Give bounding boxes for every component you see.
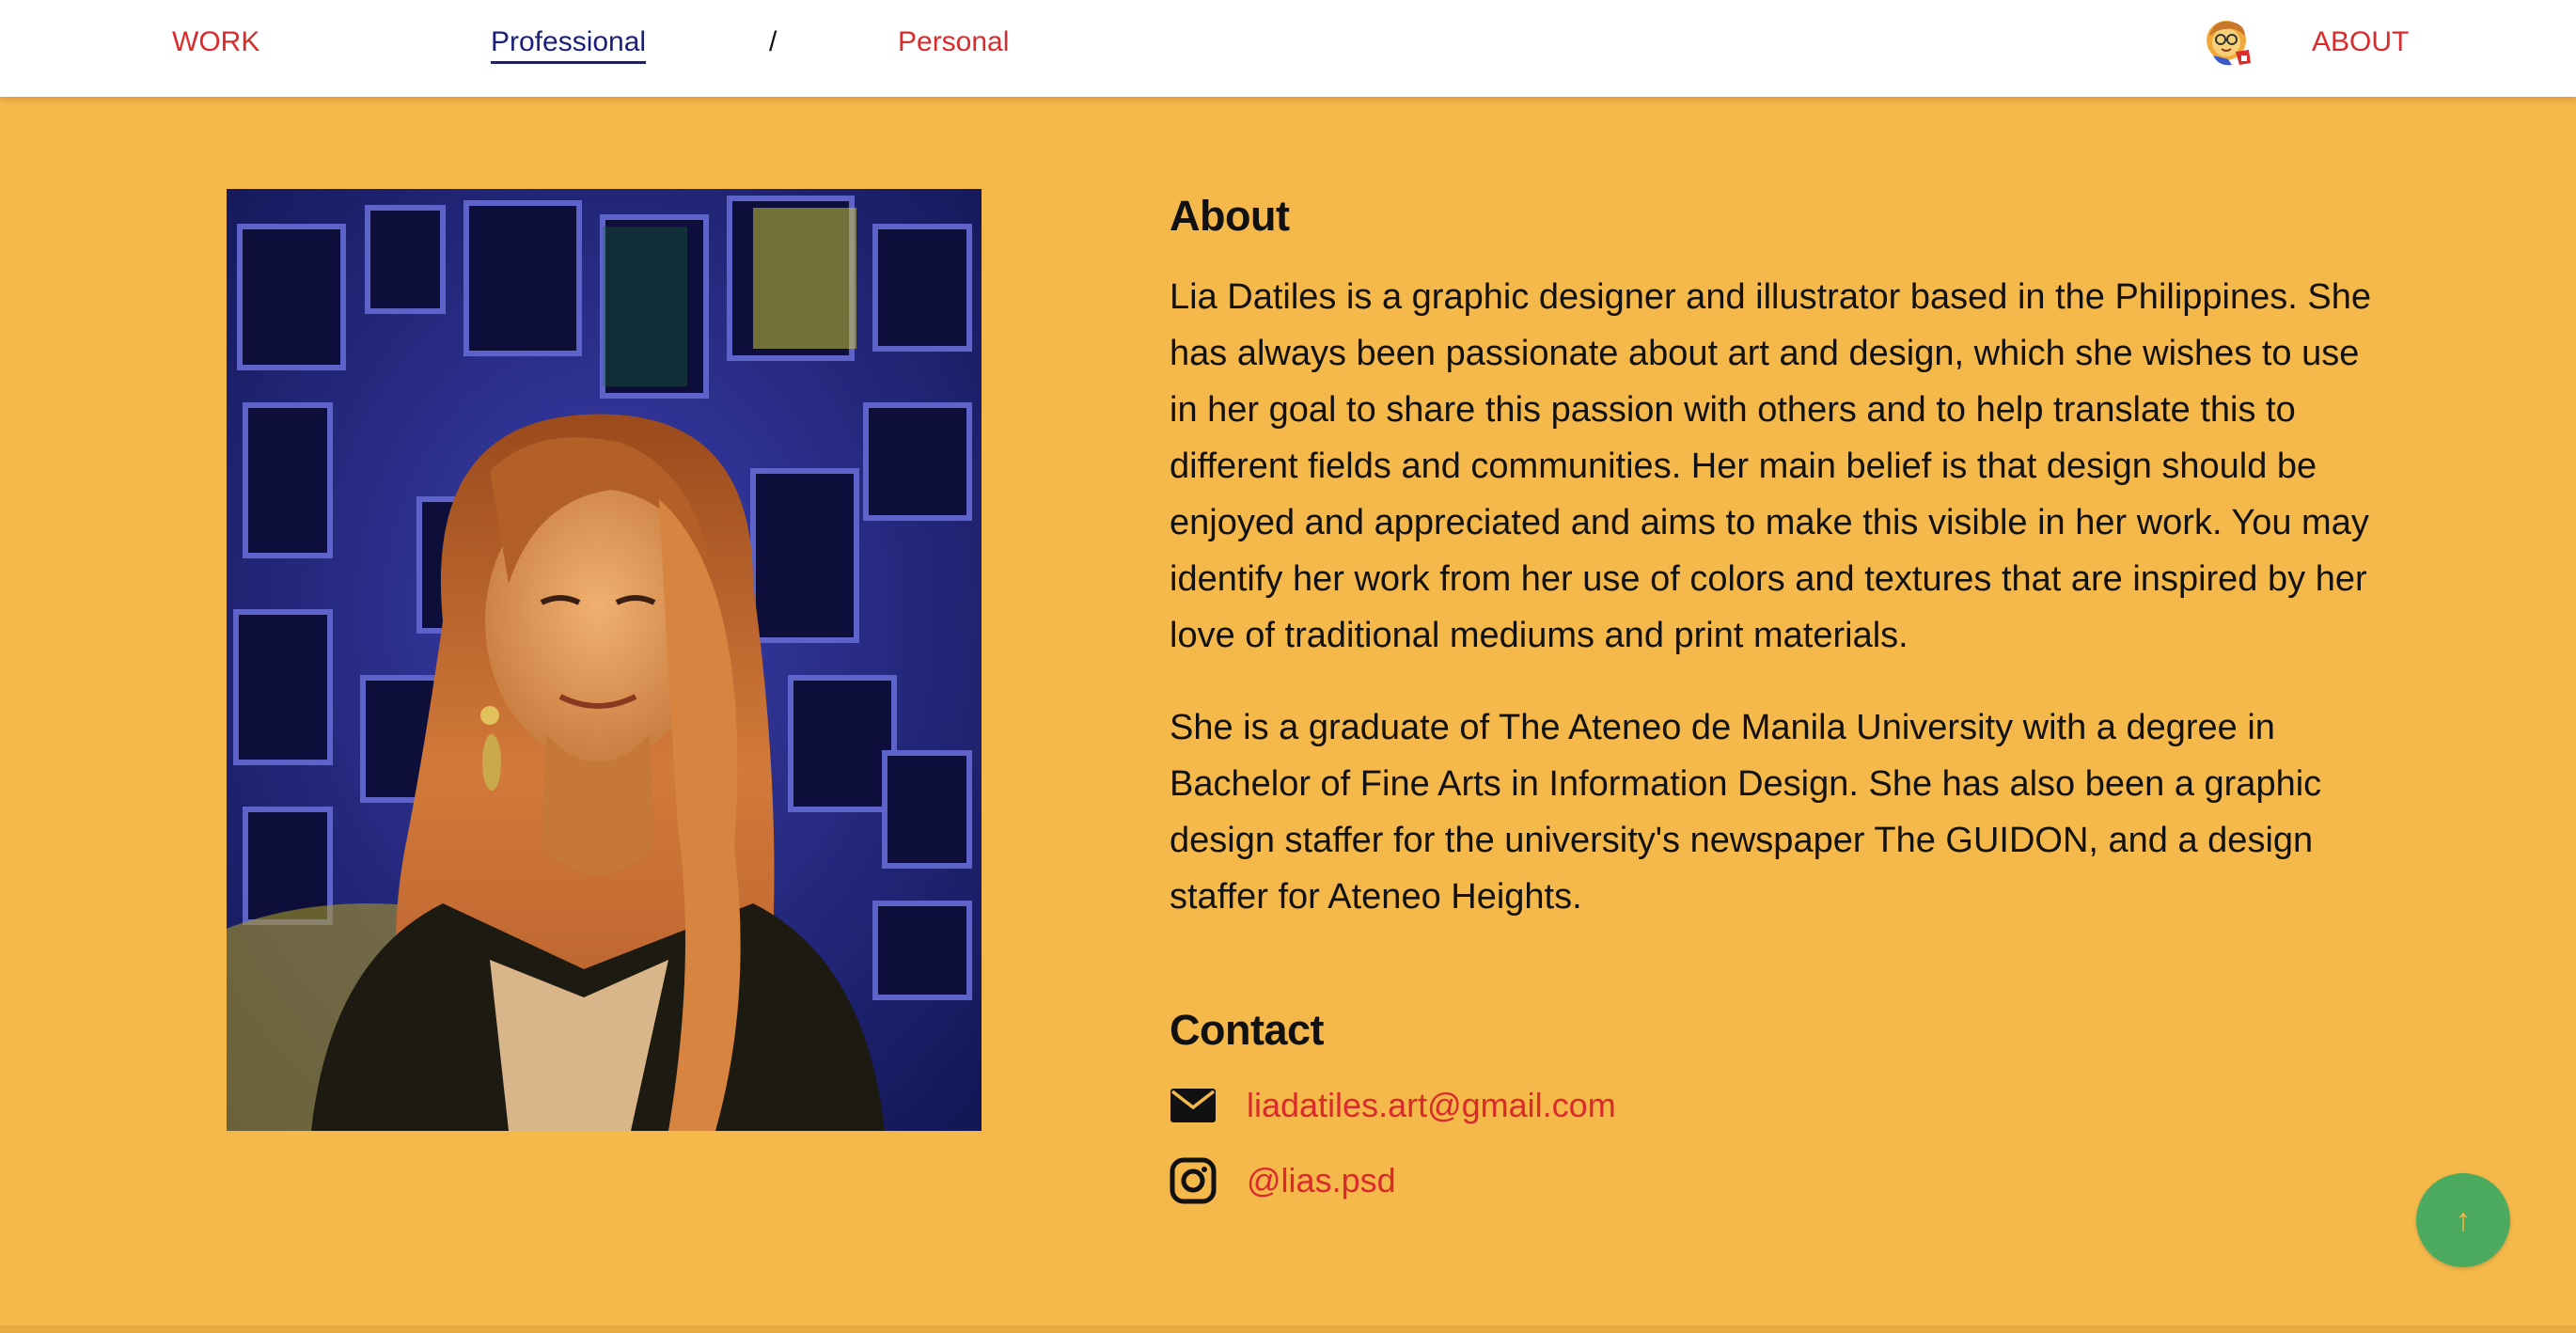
nav-separator: / bbox=[769, 26, 778, 57]
instagram-link[interactable]: @lias.psd bbox=[1247, 1161, 1396, 1200]
about-paragraph-2: She is a graduate of The Ateneo de Manil… bbox=[1170, 708, 2322, 917]
contact-instagram-row: @lias.psd bbox=[1170, 1153, 2373, 1209]
about-section: About Lia Datiles is a graphic designer … bbox=[1170, 184, 2373, 1209]
cartoon-avatar-icon[interactable] bbox=[2204, 18, 2254, 69]
about-heading: About bbox=[1170, 192, 1290, 240]
envelope-icon bbox=[1170, 1082, 1217, 1129]
instagram-icon bbox=[1170, 1157, 1217, 1204]
about-paragraph-1: Lia Datiles is a graphic designer and il… bbox=[1170, 277, 2371, 655]
nav-link-personal[interactable]: Personal bbox=[898, 25, 1009, 59]
top-navigation-bar: WORK Professional / Personal ABOUT bbox=[0, 0, 2576, 97]
scroll-to-top-button[interactable]: ↑ bbox=[2416, 1173, 2510, 1267]
contact-email-row: liadatiles.art@gmail.com bbox=[1170, 1077, 2373, 1134]
nav-link-about[interactable]: ABOUT bbox=[2312, 25, 2409, 59]
contact-heading: Contact bbox=[1170, 1006, 1325, 1054]
email-link[interactable]: liadatiles.art@gmail.com bbox=[1247, 1086, 1616, 1125]
arrow-up-icon: ↑ bbox=[2455, 1201, 2472, 1238]
profile-photo bbox=[227, 189, 982, 1131]
nav-link-professional[interactable]: Professional bbox=[491, 25, 647, 64]
footer-edge bbox=[0, 1325, 2576, 1333]
nav-link-work[interactable]: WORK bbox=[172, 25, 259, 59]
